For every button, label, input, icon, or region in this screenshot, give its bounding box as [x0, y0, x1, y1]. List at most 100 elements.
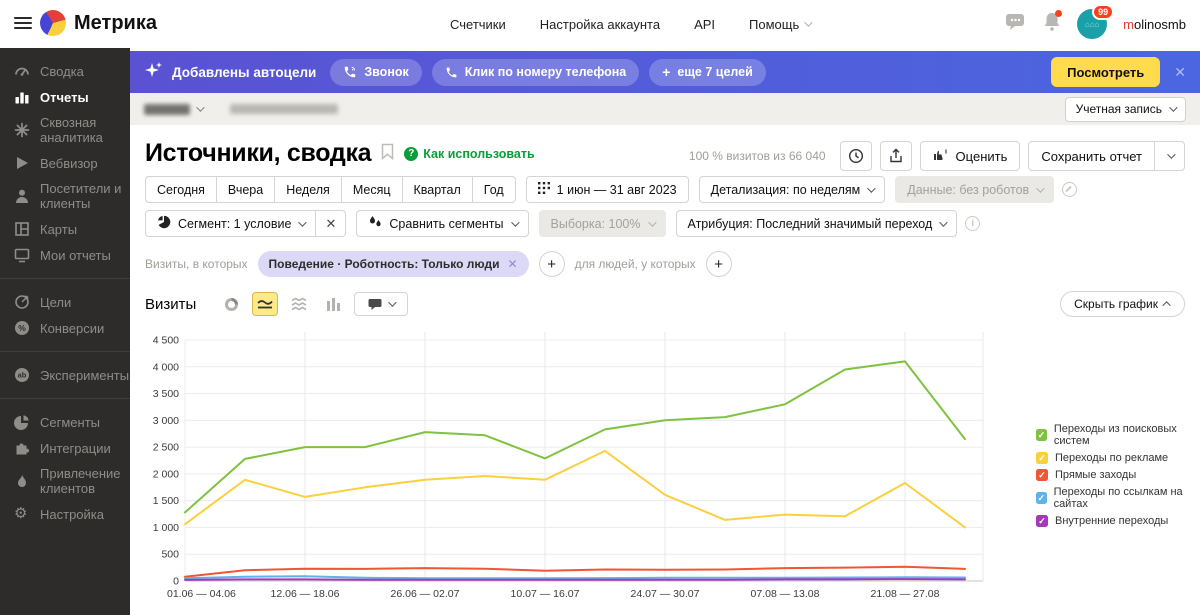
- period-tab-3[interactable]: Месяц: [340, 176, 403, 203]
- nav-item-3[interactable]: Помощь: [749, 17, 813, 32]
- svg-text:24.07 — 30.07: 24.07 — 30.07: [631, 588, 700, 600]
- nav-item-0[interactable]: Счетчики: [450, 17, 506, 32]
- account-button[interactable]: Учетная запись: [1064, 96, 1186, 122]
- period-tab-2[interactable]: Неделя: [274, 176, 342, 203]
- chevron-down-icon: [1169, 103, 1178, 112]
- nav-item-1[interactable]: Настройка аккаунта: [540, 17, 660, 32]
- sidebar-item-конверсии[interactable]: % Конверсии: [0, 315, 130, 341]
- period-filter-row: Сегодня Вчера Неделя Месяц Квартал Год 1 июн …: [145, 176, 1078, 203]
- legend-item-2[interactable]: ✓ Прямые заходы: [1036, 469, 1200, 481]
- rate-button[interactable]: Оценить: [919, 141, 1021, 171]
- legend-checkbox[interactable]: ✓: [1036, 429, 1047, 441]
- sidebar-item-вебвизор[interactable]: Вебвизор: [0, 150, 130, 176]
- period-tabs: Сегодня Вчера Неделя Месяц Квартал Год: [145, 176, 516, 203]
- sidebar-item-цели[interactable]: Цели: [0, 289, 130, 315]
- sidebar-item-карты[interactable]: Карты: [0, 216, 130, 242]
- export-button[interactable]: [879, 141, 912, 171]
- sidebar-item-отчеты[interactable]: Отчеты: [0, 84, 130, 110]
- thumbs-icon: [933, 148, 949, 165]
- bar-chart-icon: [14, 89, 30, 105]
- donut-chart-icon[interactable]: [218, 292, 244, 316]
- legend-checkbox[interactable]: ✓: [1036, 515, 1048, 527]
- gear-icon: ⚙: [14, 505, 28, 522]
- play-icon: [14, 155, 30, 171]
- compare-segments-button[interactable]: Сравнить сегменты: [356, 210, 529, 237]
- legend-checkbox[interactable]: ✓: [1036, 452, 1048, 464]
- nav-item-2[interactable]: API: [694, 17, 715, 32]
- segment-clear-button[interactable]: ✕: [316, 210, 347, 237]
- sidebar-item-настройка[interactable]: ⚙ Настройка: [0, 501, 130, 527]
- puzzle-icon: [14, 440, 30, 456]
- save-report-button[interactable]: Сохранить отчет: [1028, 141, 1155, 171]
- sidebar-item-интеграции[interactable]: Интеграции: [0, 435, 130, 461]
- svg-text:ab: ab: [18, 371, 27, 380]
- avatar[interactable]: ⌂⌂⌂ 99: [1077, 4, 1115, 39]
- chevron-down-icon: [388, 298, 397, 307]
- gauge-icon: [14, 63, 30, 79]
- view-autogoals-button[interactable]: Посмотреть: [1051, 57, 1161, 87]
- remove-segment-icon[interactable]: ✕: [508, 257, 518, 271]
- goal-pill-1[interactable]: Клик по номеру телефона: [431, 58, 640, 86]
- attribution-info-icon[interactable]: i: [965, 216, 981, 231]
- legend-item-1[interactable]: ✓ Переходы по рекламе: [1036, 452, 1200, 464]
- avatar-badge: 99: [1092, 4, 1115, 20]
- sampling-button[interactable]: Выборка: 100%: [538, 210, 666, 237]
- period-tab-1[interactable]: Вчера: [215, 176, 276, 203]
- add-visit-condition-button[interactable]: +: [538, 251, 565, 277]
- metrika-logo[interactable]: Метрика: [40, 10, 157, 36]
- history-button[interactable]: [839, 141, 872, 171]
- metrika-logo-icon: [40, 10, 66, 36]
- hide-chart-button[interactable]: Скрыть график: [1060, 291, 1185, 317]
- date-range-button[interactable]: 1 июн — 31 авг 2023: [525, 176, 689, 203]
- legend-item-0[interactable]: ✓ Переходы из поисковых систем: [1036, 423, 1200, 447]
- svg-text:01.06 — 04.06: 01.06 — 04.06: [167, 588, 236, 600]
- segment-button[interactable]: Сегмент: 1 условие: [145, 210, 317, 237]
- username[interactable]: molinosmb: [1123, 17, 1186, 32]
- robots-filter-icon[interactable]: [1062, 182, 1078, 197]
- stacked-chart-icon[interactable]: [286, 292, 312, 316]
- conditions-row: Визиты, в которых Поведение · Роботность…: [145, 251, 732, 277]
- annotations-button[interactable]: [354, 292, 409, 316]
- period-tab-0[interactable]: Сегодня: [145, 176, 217, 203]
- page-title: Источники, сводка: [145, 139, 372, 167]
- svg-text:1 500: 1 500: [153, 495, 179, 507]
- period-tab-5[interactable]: Год: [471, 176, 516, 203]
- person-icon: [14, 188, 30, 204]
- goal-pill-2[interactable]: + еще 7 целей: [649, 58, 766, 86]
- sidebar-item-сводка[interactable]: Сводка: [0, 58, 130, 84]
- svg-text:12.06 — 18.06: 12.06 — 18.06: [271, 588, 340, 600]
- menu-icon[interactable]: [14, 17, 32, 31]
- sidebar-item-эксперименты[interactable]: ab Эксперименты: [0, 362, 130, 388]
- svg-text:3 500: 3 500: [153, 388, 179, 400]
- sidebar: Сводка Отчеты Сквозная аналитика Вебвизор По…: [0, 44, 130, 615]
- columns-chart-icon[interactable]: [320, 292, 346, 316]
- bookmark-icon[interactable]: [381, 143, 394, 165]
- behavior-segment-pill[interactable]: Поведение · Роботность: Только люди ✕: [257, 251, 529, 277]
- notifications-bell-icon[interactable]: [1043, 9, 1063, 37]
- sparkles-icon: [144, 60, 164, 85]
- period-tab-4[interactable]: Квартал: [401, 176, 473, 203]
- banner-title: Добавлены автоцели: [172, 64, 317, 80]
- sidebar-item-привлечение-клиентов[interactable]: Привлечение клиентов: [0, 461, 130, 501]
- legend-item-4[interactable]: ✓ Внутренние переходы: [1036, 515, 1200, 527]
- add-people-condition-button[interactable]: +: [705, 251, 732, 277]
- sidebar-item-мои-отчеты[interactable]: Мои отчеты: [0, 242, 130, 268]
- line-chart-icon[interactable]: [252, 292, 279, 316]
- sidebar-group-0: Сводка Отчеты Сквозная аналитика Вебвизор По…: [0, 54, 130, 272]
- save-report-menu-button[interactable]: [1155, 141, 1185, 171]
- data-mode-button[interactable]: Данные: без роботов: [895, 176, 1055, 203]
- goal-pill-0[interactable]: Звонок: [330, 58, 422, 86]
- sidebar-item-посетители-и-клиенты[interactable]: Посетители и клиенты: [0, 176, 130, 216]
- sidebar-item-сегменты[interactable]: Сегменты: [0, 409, 130, 435]
- help-icon: ?: [404, 146, 419, 161]
- legend-checkbox[interactable]: ✓: [1036, 469, 1048, 481]
- how-to-use-link[interactable]: ? Как использовать: [404, 146, 535, 161]
- legend-checkbox[interactable]: ✓: [1036, 492, 1047, 504]
- detail-button[interactable]: Детализация: по неделям: [698, 176, 886, 203]
- counter-selector-redacted[interactable]: [144, 103, 190, 115]
- attribution-button[interactable]: Атрибуция: Последний значимый переход: [675, 210, 958, 237]
- legend-item-3[interactable]: ✓ Переходы по ссылкам на сайтах: [1036, 486, 1200, 510]
- banner-close-icon[interactable]: ✕: [1174, 64, 1186, 81]
- sidebar-item-сквозная-аналитика[interactable]: Сквозная аналитика: [0, 110, 130, 150]
- chat-icon[interactable]: [1005, 12, 1027, 37]
